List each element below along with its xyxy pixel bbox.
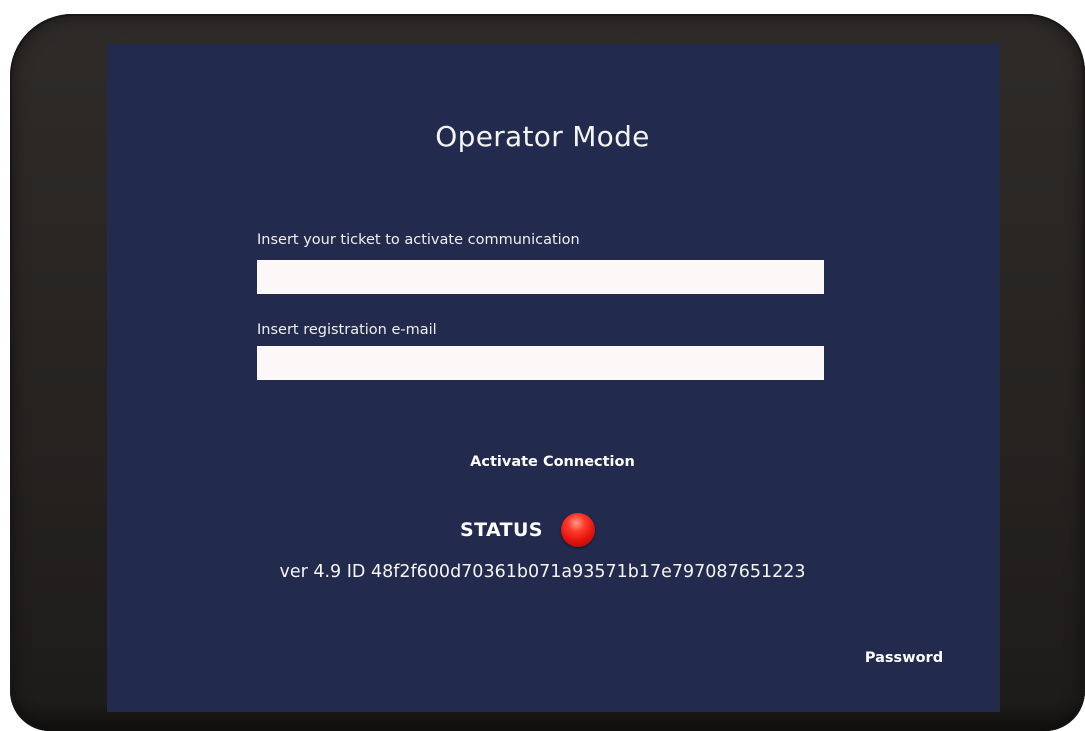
password-button[interactable]: Password	[858, 647, 950, 669]
red-status-led-icon	[560, 513, 595, 547]
ticket-field-label: Insert your ticket to activate communica…	[257, 232, 580, 248]
page-title: Operator Mode	[435, 120, 650, 153]
email-input[interactable]	[257, 346, 824, 380]
status-label: STATUS	[460, 519, 543, 541]
version-id-text: ver 4.9 ID 48f2f600d70361b071a93571b17e7…	[279, 562, 806, 582]
activate-connection-button[interactable]: Activate Connection	[440, 450, 665, 474]
ticket-input[interactable]	[257, 260, 824, 294]
email-field-label: Insert registration e-mail	[257, 322, 437, 338]
status-indicator: STATUS	[460, 512, 595, 548]
